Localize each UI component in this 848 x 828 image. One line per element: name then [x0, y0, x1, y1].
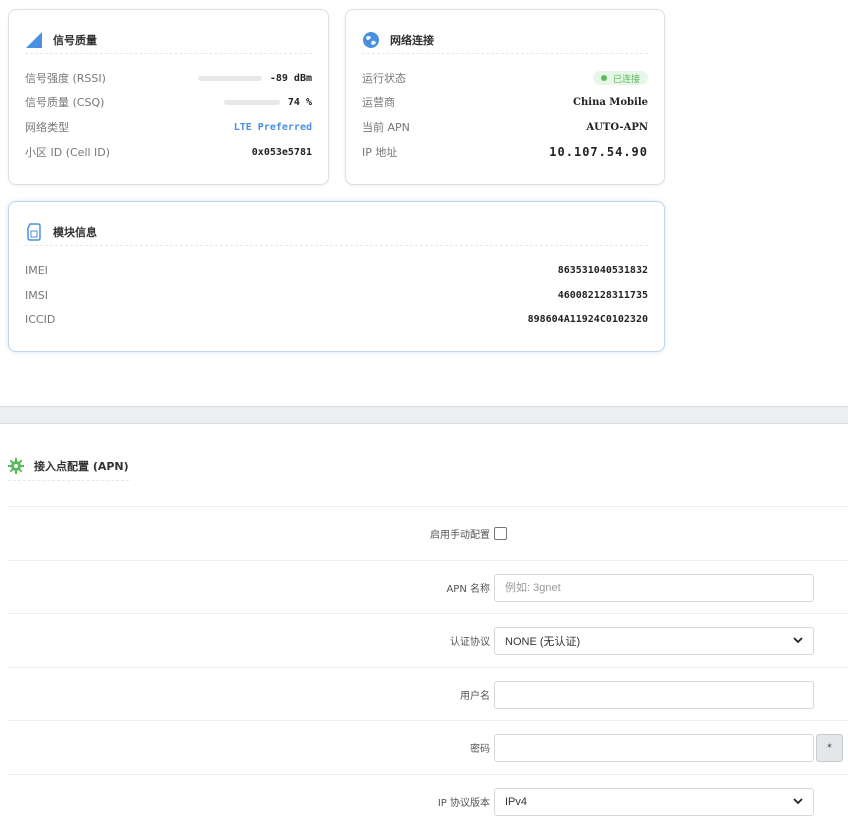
- run-status-label: 运行状态: [362, 72, 406, 85]
- cell-id-row: 小区 ID (Cell ID) 0x053e5781: [25, 143, 312, 161]
- csq-bar: [223, 99, 280, 105]
- network-type-value: LTE Preferred: [233, 121, 312, 133]
- rssi-value: -89 dBm: [269, 72, 312, 84]
- auth-select[interactable]: NONE (无认证): [494, 627, 814, 655]
- network-connection-card: 网络连接 运行状态 已连接 运营商 China Mobile 当前 APN AU…: [345, 9, 665, 185]
- apn-section-title: 接入点配置 (APN): [34, 459, 129, 473]
- manual-config-row: 启用手动配置: [8, 506, 848, 560]
- imsi-row: IMSI 460082128311735: [25, 286, 648, 304]
- ip-version-select[interactable]: IPv4: [494, 788, 814, 816]
- password-row: 密码 *: [8, 720, 848, 774]
- imsi-value: 460082128311735: [557, 289, 648, 301]
- operator-value: China Mobile: [573, 96, 648, 108]
- password-toggle-button[interactable]: *: [816, 734, 843, 762]
- imei-label: IMEI: [25, 263, 48, 277]
- signal-card-header: 信号质量: [25, 26, 312, 54]
- username-row: 用户名: [8, 667, 848, 721]
- auth-select-value: NONE (无认证): [505, 636, 581, 648]
- module-card-header: 模块信息: [25, 218, 648, 246]
- username-input[interactable]: [494, 681, 814, 709]
- current-apn-label: 当前 APN: [362, 121, 410, 134]
- apn-section-header: 接入点配置 (APN): [8, 451, 129, 481]
- status-dot-icon: [600, 75, 607, 81]
- globe-icon: [362, 31, 380, 49]
- run-status-row: 运行状态 已连接: [362, 69, 648, 87]
- signal-card-title: 信号质量: [53, 33, 97, 47]
- current-apn-value: AUTO-APN: [586, 121, 648, 133]
- operator-label: 运营商: [362, 96, 395, 109]
- cell-id-value: 0x053e5781: [251, 146, 312, 158]
- password-label: 密码: [470, 744, 490, 755]
- module-card-title: 模块信息: [53, 225, 97, 239]
- username-label: 用户名: [460, 691, 490, 702]
- iccid-row: ICCID 898604A11924C0102320: [25, 310, 648, 328]
- auth-label: 认证协议: [450, 637, 490, 648]
- iccid-value: 898604A11924C0102320: [527, 313, 648, 325]
- network-card-header: 网络连接: [362, 26, 648, 54]
- manual-config-label: 启用手动配置: [430, 530, 490, 541]
- network-card-title: 网络连接: [390, 33, 434, 47]
- csq-row: 信号质量 (CSQ) 74 %: [25, 93, 312, 111]
- csq-label: 信号质量 (CSQ): [25, 96, 105, 109]
- module-info-card: 模块信息 IMEI 863531040531832 IMSI 460082128…: [8, 201, 665, 352]
- operator-row: 运营商 China Mobile: [362, 93, 648, 111]
- apn-name-label: APN 名称: [446, 584, 490, 595]
- ip-address-label: IP 地址: [362, 146, 398, 159]
- status-badge-text: 已连接: [612, 74, 640, 85]
- ip-version-select-value: IPv4: [505, 796, 528, 808]
- signal-quality-card: 信号质量 信号强度 (RSSI) -89 dBm 信号质量 (CSQ) 74 %…: [8, 9, 329, 185]
- csq-value: 74 %: [287, 96, 312, 108]
- rssi-row: 信号强度 (RSSI) -89 dBm: [25, 69, 312, 87]
- chevron-down-icon: [793, 635, 803, 647]
- ip-version-row: IP 协议版本 IPv4: [8, 774, 848, 828]
- network-type-label: 网络类型: [25, 121, 69, 134]
- apn-name-input[interactable]: [494, 574, 814, 602]
- manual-config-checkbox[interactable]: [494, 527, 507, 540]
- rssi-bar: [197, 75, 262, 81]
- ip-address-value: 10.107.54.90: [549, 145, 648, 159]
- sim-card-icon: [25, 222, 43, 241]
- signal-icon: [25, 31, 43, 49]
- password-input[interactable]: [494, 734, 814, 762]
- imei-value: 863531040531832: [557, 264, 648, 276]
- cell-id-label: 小区 ID (Cell ID): [25, 146, 111, 159]
- current-apn-row: 当前 APN AUTO-APN: [362, 118, 648, 136]
- iccid-label: ICCID: [25, 312, 56, 326]
- chevron-down-icon: [793, 796, 803, 808]
- imei-row: IMEI 863531040531832: [25, 261, 648, 279]
- status-badge: 已连接: [592, 71, 648, 85]
- imsi-label: IMSI: [25, 288, 48, 302]
- network-type-row: 网络类型 LTE Preferred: [25, 118, 312, 136]
- gear-icon: [8, 457, 24, 474]
- rssi-label: 信号强度 (RSSI): [25, 72, 106, 85]
- ip-address-row: IP 地址 10.107.54.90: [362, 143, 648, 161]
- auth-row: 认证协议 NONE (无认证): [8, 613, 848, 667]
- section-divider: [0, 406, 848, 424]
- ip-version-label: IP 协议版本: [437, 798, 490, 809]
- apn-name-row: APN 名称: [8, 560, 848, 614]
